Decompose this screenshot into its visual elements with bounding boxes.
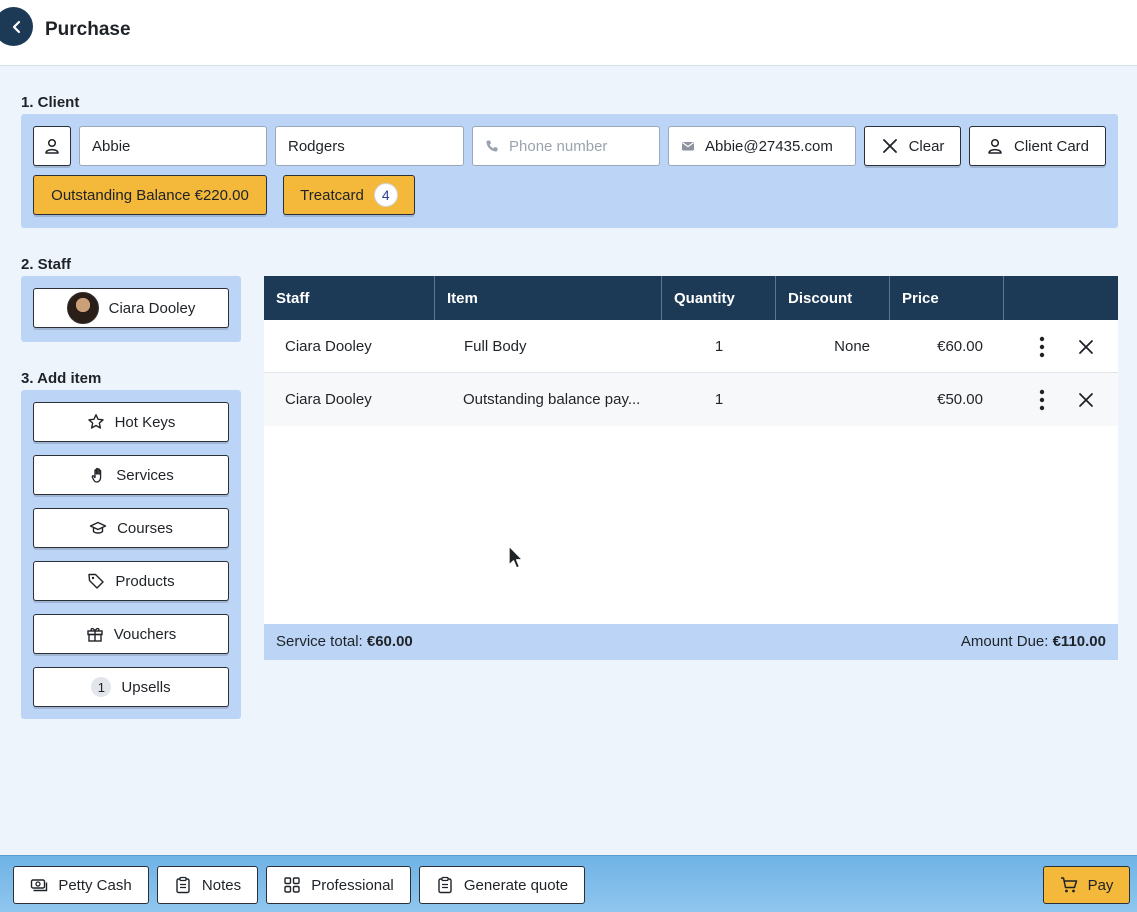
generate-quote-label: Generate quote	[463, 876, 569, 894]
email-value: Abbie@27435.com	[705, 137, 833, 155]
page-title: Purchase	[45, 19, 131, 40]
staff-select-button[interactable]: Ciara Dooley	[33, 288, 229, 328]
upsells-button[interactable]: 1 Upsells	[33, 667, 229, 707]
cash-icon	[31, 879, 48, 892]
client-card-button[interactable]: Client Card	[969, 126, 1106, 166]
outstanding-balance-button[interactable]: Outstanding Balance €220.00	[33, 175, 267, 215]
outstanding-balance-label: Outstanding Balance €220.00	[51, 186, 249, 204]
table-header: Staff Item Quantity Discount Price	[264, 276, 1118, 320]
clear-button[interactable]: Clear	[864, 126, 961, 166]
hot-keys-button[interactable]: Hot Keys	[33, 402, 229, 442]
first-name-value: Abbie	[92, 137, 131, 155]
last-name-field[interactable]: Rodgers	[275, 126, 464, 166]
table-footer: Service total: €60.00 Amount Due: €110.0…	[264, 624, 1118, 660]
hand-icon	[91, 467, 102, 483]
column-header-price: Price	[890, 276, 1004, 320]
user-icon	[45, 138, 59, 154]
section-label-staff: 2. Staff	[21, 256, 72, 273]
tag-icon	[88, 573, 105, 589]
amount-due-value: €110.00	[1052, 633, 1106, 650]
vouchers-label: Vouchers	[113, 625, 177, 643]
petty-cash-button[interactable]: Petty Cash	[13, 866, 149, 904]
bottom-toolbar: Petty Cash Notes Professional Generate q…	[0, 855, 1137, 912]
clipboard-icon	[176, 876, 190, 894]
row-item: Full Body	[464, 338, 527, 355]
upsells-label: Upsells	[121, 678, 171, 696]
section-label-client: 1. Client	[21, 94, 80, 111]
notes-button[interactable]: Notes	[157, 866, 258, 904]
row-price: €60.00	[937, 338, 983, 355]
star-icon	[87, 414, 104, 429]
email-field[interactable]: Abbie@27435.com	[668, 126, 856, 166]
row-staff: Ciara Dooley	[285, 338, 372, 355]
upsells-count-badge: 1	[91, 677, 112, 697]
table-row[interactable]: Ciara Dooley Full Body 1 None €60.00	[264, 320, 1118, 373]
treatcard-button[interactable]: Treatcard 4	[283, 175, 415, 215]
petty-cash-label: Petty Cash	[58, 876, 132, 894]
hot-keys-label: Hot Keys	[114, 413, 176, 431]
courses-button[interactable]: Courses	[33, 508, 229, 548]
treatcard-label: Treatcard	[300, 186, 364, 204]
column-header-discount: Discount	[776, 276, 890, 320]
service-total-value: €60.00	[366, 633, 413, 650]
row-price: €50.00	[937, 391, 983, 408]
more-options-icon[interactable]	[1036, 389, 1048, 411]
section-label-add-item: 3. Add item	[21, 370, 102, 387]
vouchers-button[interactable]: Vouchers	[33, 614, 229, 654]
column-header-quantity: Quantity	[662, 276, 776, 320]
mouse-cursor-icon	[508, 545, 524, 569]
chevron-left-icon	[12, 20, 20, 33]
cart-icon	[1060, 877, 1077, 893]
service-total-label: Service total:	[276, 633, 367, 650]
avatar	[66, 292, 99, 324]
top-bar: Purchase	[0, 0, 1137, 66]
table-row[interactable]: Ciara Dooley Outstanding balance pay... …	[264, 373, 1118, 426]
services-label: Services	[116, 466, 174, 484]
products-label: Products	[115, 572, 175, 590]
notes-label: Notes	[201, 876, 242, 894]
items-table: Staff Item Quantity Discount Price Ciara…	[264, 276, 1118, 660]
amount-due-label: Amount Due:	[960, 633, 1053, 650]
amount-due: Amount Due: €110.00	[961, 633, 1106, 650]
staff-name: Ciara Dooley	[108, 299, 196, 317]
pay-label: Pay	[1087, 876, 1114, 894]
generate-quote-button[interactable]: Generate quote	[419, 866, 585, 904]
graduation-cap-icon	[89, 521, 107, 534]
row-discount	[776, 373, 870, 426]
gift-icon	[87, 627, 103, 642]
client-card-label: Client Card	[1013, 137, 1090, 155]
back-button[interactable]	[0, 7, 33, 46]
close-icon	[882, 139, 897, 153]
row-quantity: 1	[714, 391, 724, 408]
products-button[interactable]: Products	[33, 561, 229, 601]
treatcard-count-badge: 4	[373, 183, 398, 207]
row-staff: Ciara Dooley	[285, 391, 372, 408]
professional-label: Professional	[311, 876, 394, 894]
mail-icon	[682, 142, 694, 151]
first-name-field[interactable]: Abbie	[79, 126, 267, 166]
clipboard-icon	[438, 876, 452, 894]
services-button[interactable]: Services	[33, 455, 229, 495]
pay-button[interactable]: Pay	[1043, 866, 1130, 904]
courses-label: Courses	[117, 519, 173, 537]
remove-item-icon[interactable]	[1078, 392, 1094, 408]
column-header-actions	[1004, 276, 1118, 320]
row-quantity: 1	[714, 338, 724, 355]
phone-icon	[486, 140, 498, 152]
professional-button[interactable]: Professional	[266, 866, 411, 904]
user-icon	[988, 138, 1002, 154]
grid-icon	[284, 877, 300, 893]
column-header-item: Item	[435, 276, 662, 320]
row-item: Outstanding balance pay...	[463, 391, 641, 408]
clear-label: Clear	[908, 137, 945, 155]
last-name-value: Rodgers	[288, 137, 345, 155]
row-discount: None	[834, 338, 870, 355]
remove-item-icon[interactable]	[1078, 339, 1094, 355]
more-options-icon[interactable]	[1036, 336, 1048, 358]
phone-placeholder: Phone number	[509, 137, 608, 155]
client-search-button[interactable]	[33, 126, 71, 166]
service-total: Service total: €60.00	[276, 633, 413, 650]
phone-field[interactable]: Phone number	[472, 126, 660, 166]
column-header-staff: Staff	[264, 276, 435, 320]
